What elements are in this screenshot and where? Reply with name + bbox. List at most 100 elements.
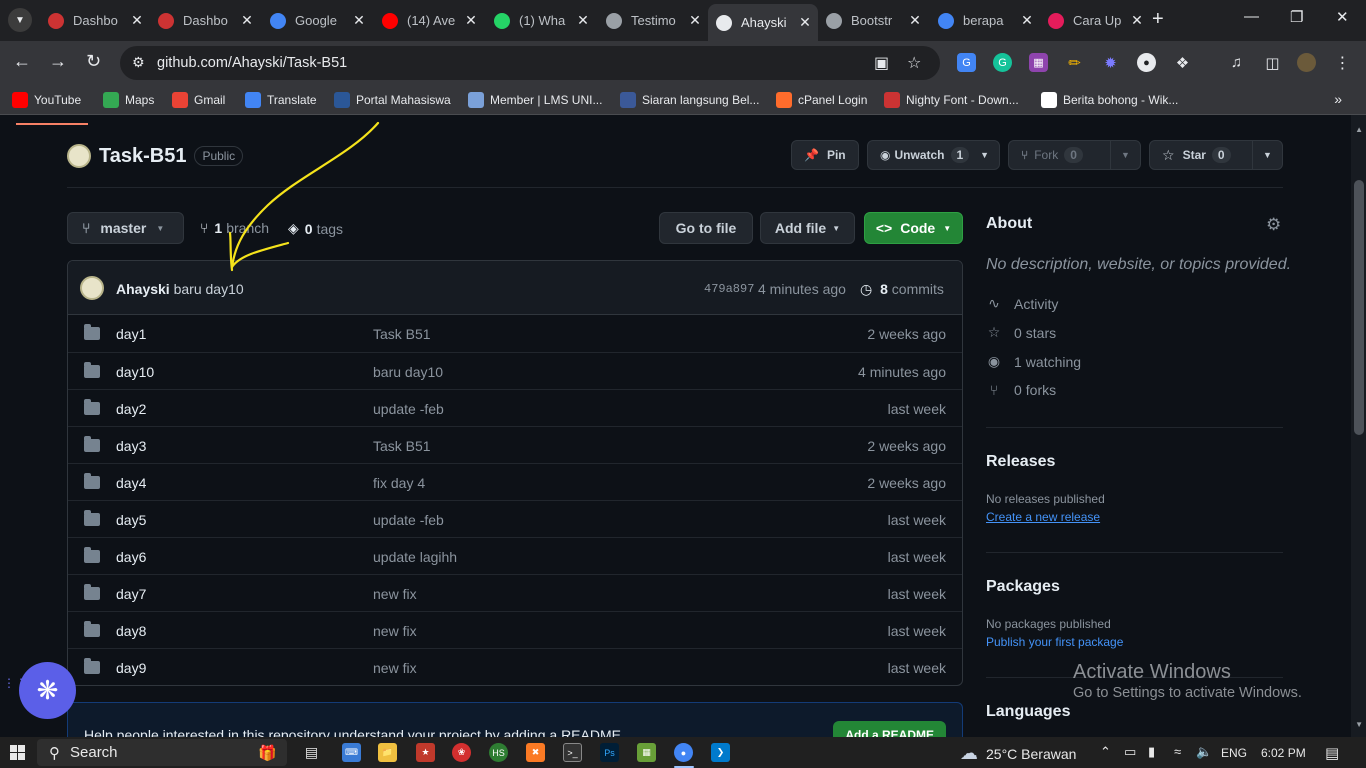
commit-sha[interactable]: 479a897: [704, 282, 754, 296]
browser-tab[interactable]: (1) Wha ✕: [486, 6, 596, 35]
browser-tab[interactable]: Ahayski ✕: [708, 4, 818, 41]
media-control-icon[interactable]: ♫: [1227, 53, 1246, 72]
owner-avatar[interactable]: [67, 144, 91, 168]
terminal-icon[interactable]: >_: [563, 743, 582, 762]
file-row[interactable]: day3 Task B51 2 weeks ago: [68, 426, 962, 463]
bookmark-item[interactable]: cPanel Login: [776, 92, 867, 108]
android-app-icon[interactable]: ▦: [637, 743, 656, 762]
page-scrollbar[interactable]: ▲ ▼: [1351, 115, 1366, 737]
file-name-link[interactable]: day4: [116, 475, 146, 491]
star-button[interactable]: ☆ Star 0 ▼: [1149, 140, 1283, 170]
browser-tab[interactable]: Bootstr ✕: [818, 6, 928, 35]
forward-button[interactable]: →: [49, 51, 67, 72]
translate-extension-icon[interactable]: G: [957, 53, 976, 72]
taskbar-search-box[interactable]: ⚲ Search 🎁: [37, 739, 287, 766]
watching-link[interactable]: ◉ 1 watching: [986, 353, 1081, 370]
file-name-link[interactable]: day8: [116, 623, 146, 639]
tray-chevron-up-icon[interactable]: ⌃: [1100, 744, 1111, 760]
releases-title[interactable]: Releases: [986, 453, 1055, 471]
wifi-icon[interactable]: ≈: [1174, 744, 1181, 759]
file-name-link[interactable]: day7: [116, 586, 146, 602]
file-commit-message-link[interactable]: update lagihh: [373, 549, 457, 565]
bookmark-item[interactable]: Member | LMS UNI...: [468, 92, 602, 108]
menu-kebab-icon[interactable]: ⋮: [1333, 53, 1352, 72]
fork-button[interactable]: ⑂ Fork 0 ▼: [1008, 140, 1141, 170]
close-tab-icon[interactable]: ✕: [796, 14, 814, 31]
hs-app-icon[interactable]: HS: [489, 743, 508, 762]
chevron-down-icon[interactable]: ▼: [1110, 141, 1140, 169]
weather-widget[interactable]: ☁ 25°C Berawan: [960, 743, 1076, 764]
bookmark-item[interactable]: Portal Mahasiswa: [334, 92, 451, 108]
forks-link[interactable]: ⑂ 0 forks: [986, 382, 1056, 398]
close-tab-icon[interactable]: ✕: [128, 12, 146, 29]
file-commit-message-link[interactable]: Task B51: [373, 438, 431, 454]
branch-select-button[interactable]: ⑂ master ▼: [67, 212, 184, 244]
activity-link[interactable]: ∿ Activity: [986, 295, 1058, 312]
profile-avatar[interactable]: [1297, 53, 1316, 72]
file-row[interactable]: day5 update -feb last week: [68, 500, 962, 537]
pen-extension-icon[interactable]: ✏: [1065, 53, 1084, 72]
file-row[interactable]: day1 Task B51 2 weeks ago: [68, 315, 962, 352]
close-tab-icon[interactable]: ✕: [1018, 12, 1036, 29]
create-release-link[interactable]: Create a new release: [986, 510, 1100, 524]
close-tab-icon[interactable]: ✕: [906, 12, 924, 29]
chevron-down-icon[interactable]: ▼: [1252, 141, 1282, 169]
file-commit-message-link[interactable]: fix day 4: [373, 475, 425, 491]
close-tab-icon[interactable]: ✕: [238, 12, 256, 29]
restore-button[interactable]: ❐: [1290, 8, 1303, 26]
scroll-up-icon[interactable]: ▲: [1355, 125, 1363, 134]
file-row[interactable]: day8 new fix last week: [68, 611, 962, 648]
code-button[interactable]: <> Code ▼: [864, 212, 963, 244]
commit-message[interactable]: baru day10: [174, 281, 244, 297]
repo-name[interactable]: Task-B51: [99, 145, 186, 168]
install-app-icon[interactable]: ▣: [874, 53, 889, 73]
game-app-icon[interactable]: ★: [416, 743, 435, 762]
file-commit-message-link[interactable]: new fix: [373, 623, 417, 639]
bookmark-item[interactable]: Translate: [245, 92, 317, 108]
tray-app-icon[interactable]: ▭: [1124, 744, 1136, 760]
back-button[interactable]: ←: [13, 51, 31, 72]
browser-tab[interactable]: berapa ✕: [930, 6, 1040, 35]
stars-link[interactable]: ☆ 0 stars: [986, 324, 1056, 341]
color-picker-extension-icon[interactable]: ▦: [1029, 53, 1048, 72]
file-name-link[interactable]: day9: [116, 660, 146, 676]
committer-avatar[interactable]: [80, 276, 104, 300]
chrome-taskbar-icon[interactable]: ●: [674, 743, 693, 762]
bookmark-item[interactable]: Siaran langsung Bel...: [620, 92, 759, 108]
volume-icon[interactable]: 🔈: [1196, 744, 1212, 760]
file-commit-message-link[interactable]: baru day10: [373, 364, 443, 380]
file-name-link[interactable]: day1: [116, 326, 146, 342]
extensions-puzzle-icon[interactable]: ❖: [1173, 53, 1192, 72]
pin-button[interactable]: 📌 Pin: [791, 140, 859, 170]
bookmark-item[interactable]: Gmail: [172, 92, 225, 108]
file-name-link[interactable]: day5: [116, 512, 146, 528]
file-commit-message-link[interactable]: Task B51: [373, 326, 431, 342]
bookmark-item[interactable]: YouTube: [12, 92, 81, 108]
keyboard-app-icon[interactable]: ⌨: [342, 743, 361, 762]
more-bookmarks-icon[interactable]: »: [1334, 91, 1342, 107]
file-name-link[interactable]: day3: [116, 438, 146, 454]
file-explorer-icon[interactable]: 📁: [378, 743, 397, 762]
bookmark-item[interactable]: Nighty Font - Down...: [884, 92, 1019, 108]
antivirus-icon[interactable]: ❀: [452, 743, 471, 762]
add-file-button[interactable]: Add file ▼: [760, 212, 855, 244]
battery-icon[interactable]: ▮: [1148, 744, 1155, 760]
browser-tab[interactable]: (14) Ave ✕: [374, 6, 484, 35]
tab-search-button[interactable]: ▼: [8, 8, 32, 32]
close-tab-icon[interactable]: ✕: [462, 12, 480, 29]
photoshop-icon[interactable]: Ps: [600, 743, 619, 762]
file-commit-message-link[interactable]: new fix: [373, 660, 417, 676]
close-tab-icon[interactable]: ✕: [686, 12, 704, 29]
task-view-icon[interactable]: ▤: [302, 743, 321, 762]
browser-tab[interactable]: Cara Up ✕: [1040, 6, 1150, 35]
bookmark-item[interactable]: Berita bohong - Wik...: [1041, 92, 1178, 108]
file-row[interactable]: day6 update lagihh last week: [68, 537, 962, 574]
committer-name[interactable]: Ahayski: [116, 281, 170, 297]
file-commit-message-link[interactable]: update -feb: [373, 512, 444, 528]
file-row[interactable]: day9 new fix last week: [68, 648, 962, 685]
browser-tab[interactable]: Google ✕: [262, 6, 372, 35]
notification-icon[interactable]: ▤: [1325, 744, 1339, 762]
file-commit-message-link[interactable]: update -feb: [373, 401, 444, 417]
close-tab-icon[interactable]: ✕: [350, 12, 368, 29]
dark-reader-extension-icon[interactable]: ●: [1137, 53, 1156, 72]
